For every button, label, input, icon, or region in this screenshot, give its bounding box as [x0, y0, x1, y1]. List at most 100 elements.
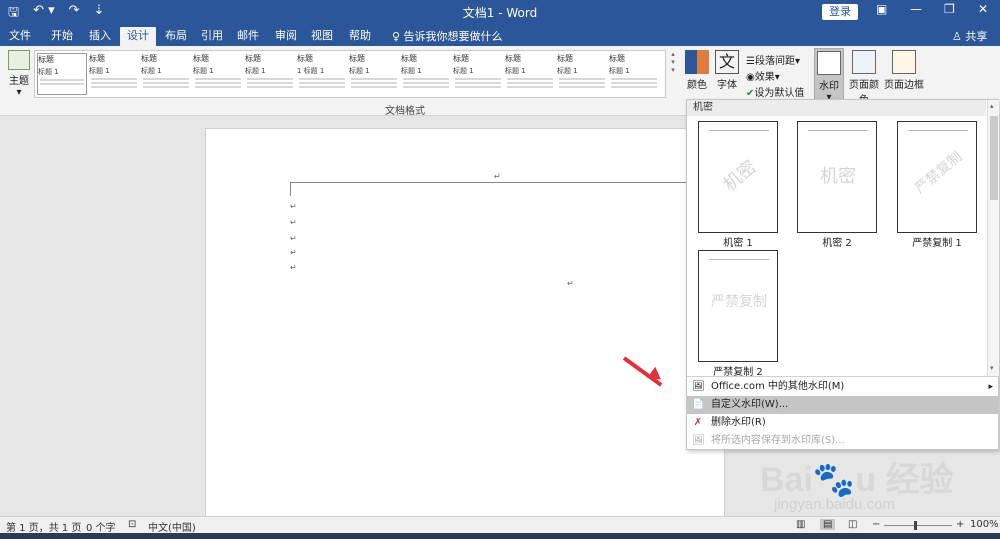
close-icon[interactable]: ✕ — [978, 2, 988, 16]
scroll-down-icon[interactable]: ▾ — [990, 364, 994, 372]
paragraph-mark: ↵ — [290, 218, 297, 227]
watermark-label: 水印 — [819, 81, 839, 92]
watermark-icon — [817, 51, 841, 75]
web-layout-icon[interactable]: ◫ — [848, 519, 857, 530]
tab-mailings[interactable]: 邮件 — [230, 27, 266, 46]
watermark-section-title: 机密 — [687, 100, 986, 116]
language-indicator[interactable]: 中文(中国) — [148, 519, 196, 534]
paragraph-mark: ↵ — [290, 263, 297, 272]
baidu-url: jingyan.baidu.com — [774, 496, 895, 513]
baidu-jingyan-watermark: Bai🐾u 经验 jingyan.baidu.com — [760, 452, 960, 513]
tell-me-search[interactable]: ♀ 告诉我你想要做什么 — [392, 28, 503, 44]
effects-button[interactable]: ◉效果▾ — [746, 68, 780, 83]
zoom-level[interactable]: 100% — [970, 519, 999, 530]
taskbar — [0, 533, 1000, 539]
page-count[interactable]: 第 1 页，共 1 页 — [6, 519, 81, 534]
watermark-option-do-not-copy-1[interactable]: 严禁复制 — [897, 121, 977, 233]
watermark-preview-text: 严禁复制 — [912, 148, 966, 197]
document-page[interactable] — [205, 128, 725, 520]
page-border-icon — [892, 50, 916, 74]
maximize-icon[interactable]: ❐ — [944, 2, 955, 16]
style-thumb[interactable]: 标题 标题 1 — [453, 53, 503, 95]
watermark-preview-text: 严禁复制 — [711, 294, 767, 310]
word-count[interactable]: 0 个字 — [86, 519, 116, 534]
watermark-dropdown: 机密 ▴ ▾ 机密 机密 1 机密 机密 2 严禁复制 严禁复制 1 严禁复制 … — [686, 99, 999, 450]
chevron-down-icon: ▾ — [16, 87, 22, 98]
print-layout-icon[interactable]: ▤ — [820, 519, 836, 530]
tab-file[interactable]: 文件 — [4, 27, 36, 46]
fonts-icon: 文 — [715, 50, 739, 74]
status-bar: 第 1 页，共 1 页 0 个字 ⊡ 中文(中国) ▥ ▤ ◫ − + 100% — [0, 516, 1000, 534]
ribbon-tabs: 文件 开始 插入 设计 布局 引用 邮件 审阅 视图 帮助 ♀ 告诉我你想要做什… — [0, 24, 1000, 46]
tab-layout[interactable]: 布局 — [158, 27, 194, 46]
title-bar: 🖫 ↶ ▾ ↷ ⇣ 文档1 - Word 登录 ▣ — ❐ ✕ — [0, 0, 1000, 24]
page-border-button[interactable]: 页面边框 — [884, 50, 924, 91]
document-icon: 📄 — [692, 399, 705, 410]
style-thumb[interactable]: 标题 标题 1 — [193, 53, 243, 95]
fonts-label: 字体 — [717, 80, 737, 91]
baidu-logo: Bai🐾u 经验 — [760, 461, 954, 499]
effects-icon: ◉ — [746, 72, 755, 83]
login-button[interactable]: 登录 — [822, 4, 858, 20]
menu-item-remove-watermark[interactable]: ✗ 删除水印(R) — [687, 414, 999, 432]
style-thumb[interactable]: 标题 标题 1 — [557, 53, 607, 95]
ribbon-display-icon[interactable]: ▣ — [876, 2, 887, 16]
menu-item-custom-watermark[interactable]: 📄 自定义水印(W)... — [687, 396, 999, 414]
paragraph-mark: ↵ — [567, 279, 574, 288]
style-thumb[interactable]: 标题 标题 1 — [401, 53, 451, 95]
set-default-button[interactable]: ✔设为默认值 — [746, 84, 804, 99]
paragraph-mark: ↵ — [290, 202, 297, 211]
margin-corner-mark — [290, 182, 291, 196]
watermark-option-do-not-copy-2[interactable]: 严禁复制 — [698, 250, 778, 362]
page-border-label: 页面边框 — [884, 80, 924, 91]
zoom-slider-thumb[interactable] — [914, 521, 917, 530]
style-thumb[interactable]: 标题 标题 1 — [505, 53, 555, 95]
minimize-icon[interactable]: — — [910, 2, 922, 16]
paragraph-mark: ↵ — [494, 172, 501, 181]
style-thumb[interactable]: 标题 标题 1 — [609, 53, 659, 95]
page-color-icon — [852, 50, 876, 74]
fonts-button[interactable]: 文 字体 — [714, 50, 740, 91]
watermark-gallery-scrollbar[interactable]: ▴ ▾ — [987, 100, 999, 376]
style-thumb[interactable]: 标题 标题 1 — [245, 53, 295, 95]
zoom-out-button[interactable]: − — [872, 519, 880, 530]
tab-references[interactable]: 引用 — [194, 27, 230, 46]
paragraph-spacing-icon: ☰ — [746, 56, 755, 67]
share-button[interactable]: ♙ 共享 — [952, 28, 987, 44]
themes-button[interactable]: 主题 ▾ — [4, 50, 34, 100]
tab-design[interactable]: 设计 — [120, 27, 156, 46]
style-thumb[interactable]: 标题 标题 1 — [141, 53, 191, 95]
style-thumb[interactable]: 标题 标题 1 — [89, 53, 139, 95]
scroll-up-icon[interactable]: ▴ — [990, 102, 994, 110]
tab-review[interactable]: 审阅 — [268, 27, 304, 46]
zoom-in-button[interactable]: + — [956, 519, 964, 530]
chevron-right-icon: ▸ — [988, 382, 993, 392]
paragraph-spacing-button[interactable]: ☰段落间距▾ — [746, 52, 800, 67]
remove-icon: ✗ — [693, 417, 703, 428]
tab-view[interactable]: 视图 — [304, 27, 340, 46]
watermark-button[interactable]: 水印 ▾ — [814, 48, 844, 103]
tab-insert[interactable]: 插入 — [82, 27, 118, 46]
zoom-slider[interactable] — [884, 525, 952, 526]
colors-button[interactable]: 颜色 — [684, 50, 710, 91]
read-mode-icon[interactable]: ▥ — [796, 519, 805, 530]
style-thumb[interactable]: 标题 标题 1 — [349, 53, 399, 95]
style-thumb[interactable]: 标题 标题 1 — [37, 53, 87, 95]
watermark-option-label: 机密 2 — [822, 238, 852, 249]
style-thumb[interactable]: 标题 1 标题 1 — [297, 53, 347, 95]
scroll-thumb[interactable] — [990, 116, 998, 200]
gallery-scroll[interactable]: ▴ ▾ ▾ — [668, 50, 678, 98]
document-format-gallery: 标题 标题 1 标题 标题 1 标题 标题 1 标题 标题 1 标题 标题 1 标题 1 标… — [34, 50, 666, 98]
tab-home[interactable]: 开始 — [44, 27, 80, 46]
proofing-icon[interactable]: ⊡ — [128, 519, 136, 530]
paragraph-mark: ↵ — [290, 248, 297, 257]
themes-icon — [8, 50, 30, 70]
watermark-option-label: 机密 1 — [723, 238, 753, 249]
menu-item-more-watermarks[interactable]: 🖼 Office.com 中的其他水印(M) ▸ — [687, 378, 999, 396]
watermark-preview-text: 机密 — [820, 166, 856, 187]
colors-icon — [685, 50, 709, 74]
paragraph-mark: ↵ — [290, 234, 297, 243]
watermark-option-confidential-2[interactable]: 机密 — [797, 121, 877, 233]
watermark-option-confidential-1[interactable]: 机密 — [698, 121, 778, 233]
tab-help[interactable]: 帮助 — [342, 27, 378, 46]
